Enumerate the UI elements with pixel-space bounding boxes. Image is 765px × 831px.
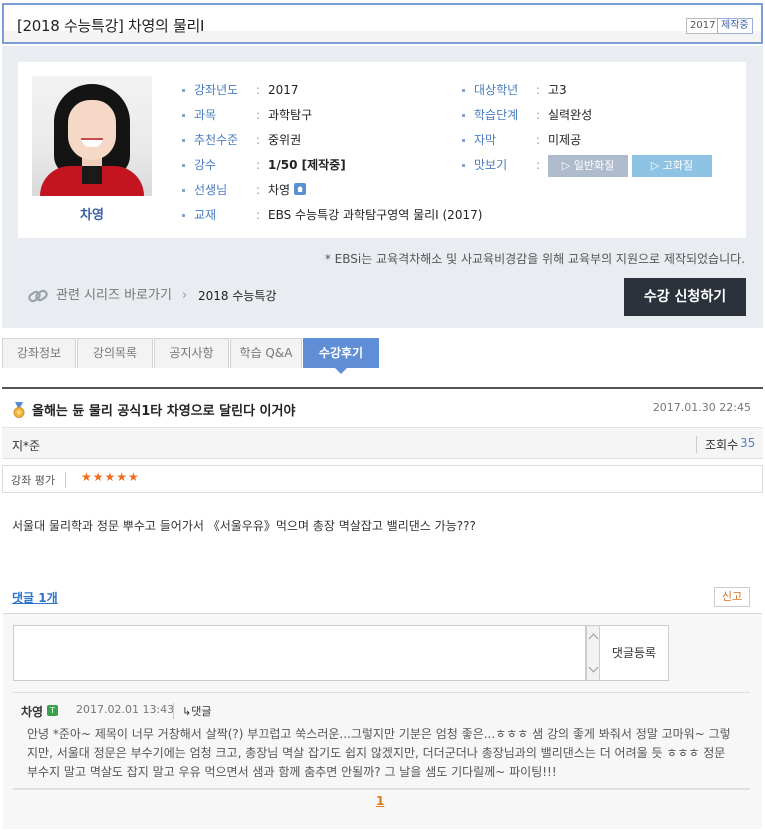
rating-row: 강좌 평가 ★★★★★ [2,465,763,493]
tab-notice[interactable]: 공지사항 [154,338,229,368]
link-icon [28,289,48,303]
tab-reviews[interactable]: 수강후기 [303,338,379,374]
medal-icon [13,402,25,418]
book-link[interactable]: EBS 수능특강 과학탐구영역 물리I (2017) [268,205,482,225]
year-badge: 2017 [686,18,720,34]
teacher-badge-icon: T [47,705,58,716]
info-book: 교재: EBS 수능특강 과학탐구영역 물리I (2017) [182,205,722,225]
teacher-photo[interactable] [32,76,152,196]
info-stage: 학습단계: 실력완성 [462,105,742,125]
info-preview: 맛보기: ▷ 일반화질 ▷ 고화질 [462,155,742,177]
info-year: 강좌년도:2017 [182,80,442,100]
post-date: 2017.01.30 22:45 [652,401,751,414]
comment-item: 차영 T 2017.02.01 13:43 ↳댓글 안녕 *준아~ 제목이 너무… [13,692,750,790]
course-info-panel: 차영 강좌년도:2017 대상학년: 고3 과목: 과학탐구 학습단계: 실력완성 추… [2,46,763,328]
comment-input[interactable] [13,625,586,681]
info-level: 추천수준: 중위권 [182,130,442,150]
info-target: 대상학년: 고3 [462,80,742,100]
comment-section: 댓글등록 차영 T 2017.02.01 13:43 ↳댓글 안녕 *준아~ 제… [3,613,762,829]
comment-date: 2017.02.01 13:43 [76,703,175,716]
page-title: [2018 수능특강] 차영의 물리I [17,17,205,35]
rating-label: 강좌 평가 [11,472,66,488]
tab-course-info[interactable]: 강좌정보 [2,338,76,368]
report-button[interactable]: 신고 [714,587,750,607]
page-number[interactable]: 1 [376,794,384,808]
star-rating: ★★★★★ [81,470,140,484]
post-body: 서울대 물리학과 정문 뿌수고 들어가서 《서울우유》먹으며 총장 멱살잡고 밸… [12,519,476,533]
info-teacher: 선생님: 차영 [182,180,442,200]
info-caption: 자막: 미제공 [462,130,742,150]
home-icon[interactable] [294,183,307,195]
status-badge: 제작중 [717,18,753,34]
teacher-name[interactable]: 차영 [32,204,152,223]
comment-count-link[interactable]: 댓글 1개 [12,589,58,606]
tab-qna[interactable]: 학습 Q&A [230,338,302,368]
post-title: 올해는 듄 물리 공식1타 차영으로 달린다 이거야 [32,404,296,419]
course-title-box: [2018 수능특강] 차영의 물리I 2017 제작중 [2,3,763,44]
info-count: 강수:1/50 [제작중] [182,155,442,175]
teacher-link[interactable]: 차영 [268,183,290,197]
comment-author: 차영 [21,705,44,719]
views-count: 35 [740,436,756,450]
comment-scrollbar[interactable] [586,625,600,681]
reply-link[interactable]: ↳댓글 [173,703,211,719]
tab-lecture-list[interactable]: 강의목록 [77,338,153,368]
comment-submit-button[interactable]: 댓글등록 [599,625,669,681]
preview-general-button[interactable]: ▷ 일반화질 [548,155,628,177]
post-meta: 지*준 조회수 35 [2,427,763,459]
post-title-row: 올해는 듄 물리 공식1타 차영으로 달린다 이거야 2017.01.30 22… [2,389,763,427]
course-tabs: 강좌정보 강의목록 공지사항 학습 Q&A 수강후기 [2,338,763,374]
views-label: 조회수 [696,436,738,453]
comment-text: 안녕 *준아~ 제목이 너무 거창해서 살짝(?) 부끄럽고 쑥스러운...그렇… [27,727,731,779]
enroll-button[interactable]: 수강 신청하기 [624,278,746,316]
funding-notice: * EBSi는 교육격차해소 및 사교육비경감을 위해 교육부의 지원으로 제작… [324,252,745,266]
preview-hd-button[interactable]: ▷ 고화질 [632,155,712,177]
course-info-card: 차영 강좌년도:2017 대상학년: 고3 과목: 과학탐구 학습단계: 실력완성 추… [18,62,746,238]
chevron-right-icon: › [182,288,188,303]
info-subject: 과목: 과학탐구 [182,105,442,125]
post-author: 지*준 [12,439,41,453]
series-value[interactable]: 2018 수능특강 [198,286,277,306]
